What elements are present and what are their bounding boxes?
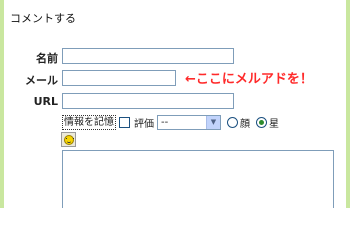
url-input[interactable] xyxy=(62,93,234,109)
name-label: 名前 xyxy=(36,52,58,65)
face-radio-label: 顔 xyxy=(240,118,250,130)
remember-info-label[interactable]: 情報を記憶 xyxy=(62,114,116,130)
star-radio-label: 星 xyxy=(269,118,279,130)
chevron-down-icon[interactable]: ▼ xyxy=(206,115,220,129)
mail-label: メール xyxy=(25,74,58,87)
star-radio[interactable] xyxy=(256,116,267,128)
options-row: 情報を記憶 評価 -- ▼ 顔 星 xyxy=(62,114,283,130)
url-label: URL xyxy=(33,95,58,108)
smiley-icon xyxy=(63,134,74,145)
face-radio[interactable] xyxy=(227,116,238,128)
rating-select[interactable]: -- ▼ xyxy=(157,114,221,130)
emoticon-button[interactable] xyxy=(61,132,76,147)
name-input[interactable] xyxy=(62,48,234,64)
comment-heading: コメントする xyxy=(10,12,76,25)
rating-label: 評価 xyxy=(134,118,154,130)
annotation-text: ←ここにメルアドを！ xyxy=(185,72,313,87)
rating-selected-value: -- xyxy=(161,116,169,128)
remember-info-checkbox[interactable] xyxy=(119,116,130,128)
mail-input[interactable] xyxy=(62,70,176,86)
right-border-strip xyxy=(346,0,350,208)
comment-textarea[interactable] xyxy=(62,150,334,208)
